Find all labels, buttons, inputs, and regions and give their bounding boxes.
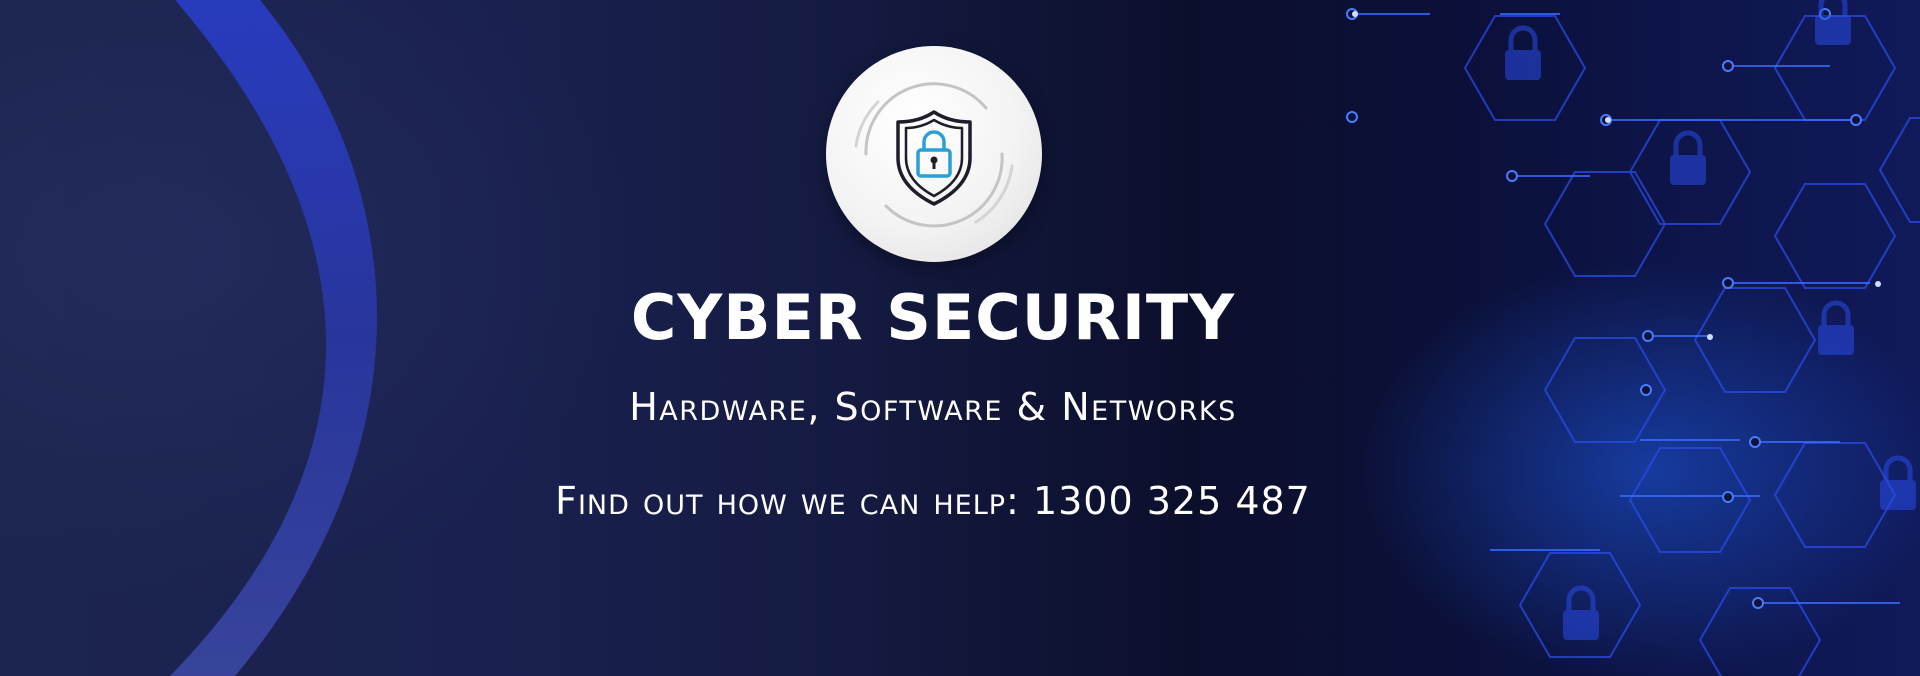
banner-subtitle: Hardware, Software & Networks — [629, 385, 1237, 429]
cta-label: Find out how we can help: — [555, 479, 1020, 523]
cyber-security-banner: CYBER SECURITY Hardware, Software & Netw… — [0, 0, 1920, 676]
banner-title: CYBER SECURITY — [630, 281, 1236, 354]
shield-lock-icon — [854, 82, 1014, 228]
logo-badge — [826, 46, 1042, 262]
phone-number[interactable]: 1300 325 487 — [1033, 479, 1311, 523]
contact-line: Find out how we can help: 1300 325 487 — [0, 476, 1866, 526]
